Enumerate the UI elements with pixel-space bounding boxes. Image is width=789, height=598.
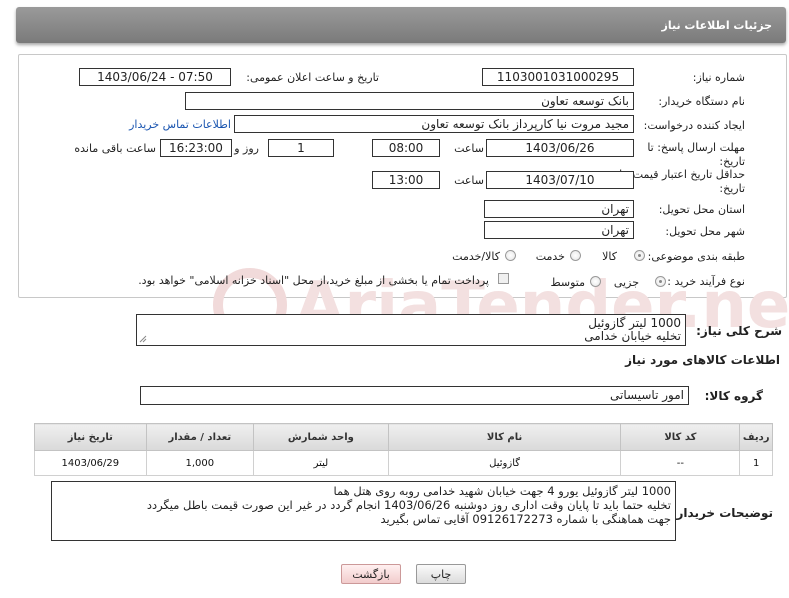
price-validity-label: حداقل تاریخ اعتبار قیمت: تا تاریخ:: [619, 168, 745, 195]
province-label: استان محل تحویل:: [658, 203, 745, 216]
category-option-goods: کالا: [602, 250, 617, 263]
cell-name: گازوئیل: [387, 450, 622, 476]
need-number-field: 1103001031000295: [482, 68, 634, 86]
cell-unit: لیتر: [253, 450, 389, 476]
creator-label: ایجاد کننده درخواست:: [643, 119, 745, 132]
announce-datetime-label: تاریخ و ساعت اعلان عمومی:: [246, 71, 379, 84]
purchase-type-label: نوع فرآیند خرید :: [667, 275, 745, 288]
need-number-label: شماره نیاز:: [692, 71, 745, 84]
buyer-contact-link[interactable]: اطلاعات تماس خریدار: [129, 118, 231, 131]
remaining-time-label: ساعت باقی مانده: [74, 142, 156, 155]
province-field: تهران: [484, 200, 634, 218]
city-field: تهران: [484, 221, 634, 239]
buyer-org-field: بانک توسعه تعاون: [185, 92, 634, 110]
buyer-org-label: نام دستگاه خریدار:: [658, 95, 745, 108]
table-row: 1 -- گازوئیل لیتر 1,000 1403/06/29: [34, 450, 773, 476]
cell-qty: 1,000: [145, 450, 255, 476]
reply-time-label: ساعت: [454, 142, 484, 155]
category-radio-goods[interactable]: [634, 250, 645, 261]
purchase-radio-minor[interactable]: [655, 276, 666, 287]
reply-deadline-time: 08:00: [372, 139, 440, 157]
treasury-payment-note: پرداخت تمام یا بخشی از مبلغ خرید،از محل …: [138, 274, 489, 287]
price-validity-date: 1403/07/10: [486, 171, 634, 189]
category-radio-goods-service[interactable]: [505, 250, 516, 261]
print-button[interactable]: چاپ: [416, 564, 466, 584]
back-button[interactable]: بازگشت: [341, 564, 401, 584]
reply-deadline-date: 1403/06/26: [486, 139, 634, 157]
goods-group-field: امور تاسیساتی: [140, 386, 689, 405]
goods-section-title: اطلاعات کالاهای مورد نیاز: [625, 353, 780, 367]
price-validity-time: 13:00: [372, 171, 440, 189]
purchase-option-medium: متوسط: [550, 276, 585, 289]
category-option-service: خدمت: [535, 250, 565, 263]
cell-row: 1: [739, 450, 773, 476]
city-label: شهر محل تحویل:: [665, 225, 745, 238]
col-header-row: ردیف: [739, 423, 773, 451]
category-radio-service[interactable]: [570, 250, 581, 261]
creator-field: مجید مروت نیا کارپرداز بانک توسعه تعاون: [234, 115, 634, 133]
purchase-radio-medium[interactable]: [590, 276, 601, 287]
category-option-goods-service: کالا/خدمت: [452, 250, 500, 263]
resize-handle-icon[interactable]: [139, 335, 147, 343]
buyer-notes-label: توضیحات خریدار:: [671, 506, 773, 520]
table-header-row: ردیف کد کالا نام کالا واحد شمارش تعداد /…: [34, 423, 773, 451]
col-header-name: نام کالا: [387, 423, 622, 451]
announce-datetime-field: 1403/06/24 - 07:50: [79, 68, 231, 86]
col-header-code: کد کالا: [620, 423, 741, 451]
category-label: طبقه بندی موضوعی:: [647, 250, 745, 263]
remaining-time-field: 16:23:00: [160, 139, 232, 157]
reply-deadline-label: مهلت ارسال پاسخ: تا تاریخ:: [647, 141, 745, 168]
reply-days-field: 1: [268, 139, 334, 157]
col-header-date: تاریخ نیاز: [34, 423, 147, 451]
buyer-notes-line-3: جهت هماهنگی با شماره 09126172273 آقایی ت…: [380, 512, 671, 526]
buyer-notes-textarea: 1000 لیتر گازوئیل یورو 4 جهت خیابان شهید…: [51, 481, 676, 541]
price-validity-time-label: ساعت: [454, 174, 484, 187]
cell-code: --: [620, 450, 741, 476]
col-header-unit: واحد شمارش: [253, 423, 389, 451]
buyer-notes-line-1: 1000 لیتر گازوئیل یورو 4 جهت خیابان شهید…: [333, 484, 672, 498]
goods-table: ردیف کد کالا نام کالا واحد شمارش تعداد /…: [34, 423, 773, 476]
cell-date: 1403/06/29: [34, 450, 147, 476]
days-label: روز و: [234, 142, 259, 155]
purchase-option-minor: جزیی: [613, 276, 639, 289]
page-title: جزئیات اطلاعات نیاز: [661, 19, 773, 32]
goods-group-label: گروه کالا:: [704, 389, 763, 403]
buyer-notes-line-2: تخلیه حتما باید تا پایان وقت اداری روز د…: [146, 498, 671, 512]
treasury-payment-checkbox[interactable]: [498, 273, 509, 284]
page-header: جزئیات اطلاعات نیاز: [16, 7, 786, 43]
description-textarea: 1000 لیتر گازوئیل تخلیه خیابان خدامی: [136, 314, 686, 346]
col-header-qty: تعداد / مقدار: [145, 423, 255, 451]
description-line-2: تخلیه خیابان خدامی: [584, 329, 681, 343]
description-label: شرح کلی نیاز:: [696, 324, 782, 338]
